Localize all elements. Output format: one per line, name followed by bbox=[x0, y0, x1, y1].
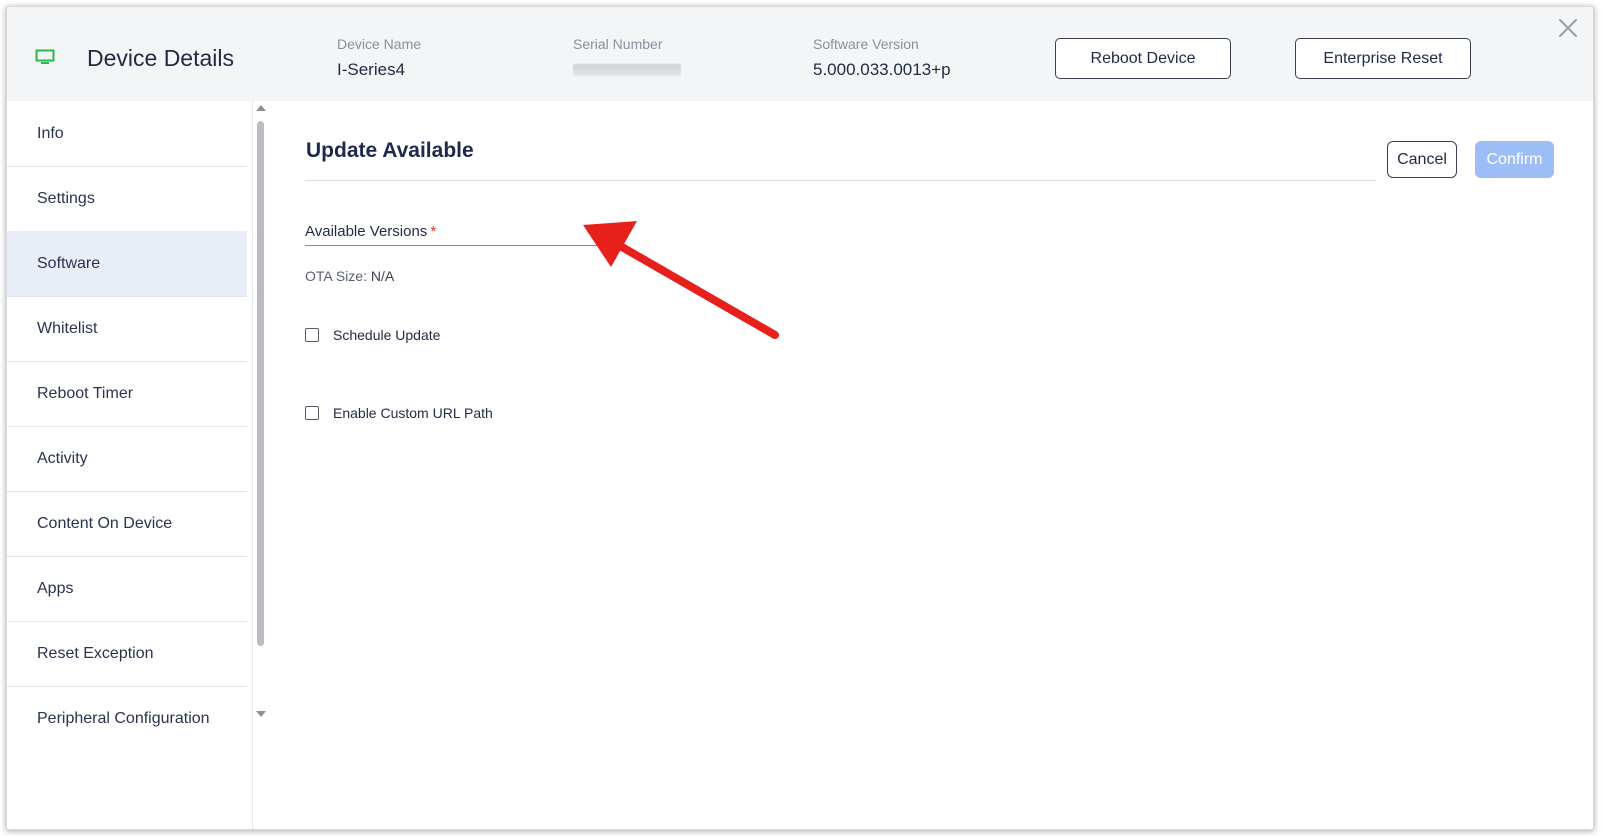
custom-url-label[interactable]: Enable Custom URL Path bbox=[333, 405, 493, 421]
sidebar-item-activity[interactable]: Activity bbox=[7, 426, 247, 492]
enterprise-reset-button[interactable]: Enterprise Reset bbox=[1295, 38, 1471, 79]
serial-number-block: Serial Number bbox=[573, 36, 681, 81]
device-details-dialog: Device Details Device Name I-Series4 Ser… bbox=[6, 6, 1594, 830]
serial-number-label: Serial Number bbox=[573, 36, 663, 52]
cancel-button[interactable]: Cancel bbox=[1387, 141, 1457, 178]
close-icon[interactable] bbox=[1557, 17, 1579, 39]
sidebar-item-peripheral-configuration[interactable]: Peripheral Configuration bbox=[7, 686, 247, 752]
software-version-block: Software Version 5.000.033.0013+p bbox=[813, 36, 951, 80]
sidebar-item-reboot-timer[interactable]: Reboot Timer bbox=[7, 361, 247, 427]
ota-size-label: OTA Size: bbox=[305, 268, 367, 284]
sidebar-nav: Info Settings Software Whitelist Reboot … bbox=[7, 101, 253, 829]
schedule-update-row[interactable]: Schedule Update bbox=[305, 327, 440, 343]
sidebar-item-content-on-device[interactable]: Content On Device bbox=[7, 491, 247, 557]
sidebar-item-whitelist[interactable]: Whitelist bbox=[7, 296, 247, 362]
schedule-update-label[interactable]: Schedule Update bbox=[333, 327, 440, 343]
sidebar-scrollbar[interactable] bbox=[253, 101, 269, 721]
serial-number-redacted bbox=[573, 64, 681, 76]
sidebar-item-info[interactable]: Info bbox=[7, 101, 247, 167]
sidebar-item-settings[interactable]: Settings bbox=[7, 166, 247, 232]
section-title: Update Available bbox=[306, 139, 474, 162]
confirm-button[interactable]: Confirm bbox=[1475, 141, 1554, 178]
scroll-down-arrow-icon[interactable] bbox=[256, 711, 266, 717]
required-asterisk: * bbox=[430, 223, 437, 240]
title-divider bbox=[305, 180, 1376, 181]
custom-url-checkbox[interactable] bbox=[305, 406, 319, 420]
schedule-update-checkbox[interactable] bbox=[305, 328, 319, 342]
software-version-label: Software Version bbox=[813, 36, 919, 52]
reboot-device-button[interactable]: Reboot Device bbox=[1055, 38, 1231, 79]
sidebar-item-software[interactable]: Software bbox=[7, 231, 247, 297]
available-versions-select[interactable]: Available Versions * bbox=[305, 218, 609, 246]
dialog-header: Device Details Device Name I-Series4 Ser… bbox=[7, 7, 1593, 101]
monitor-icon bbox=[35, 49, 55, 64]
ota-size-value: N/A bbox=[370, 268, 395, 284]
device-name-block: Device Name I-Series4 bbox=[337, 36, 421, 80]
device-name-label: Device Name bbox=[337, 36, 422, 52]
main-content: Update Available Cancel Confirm Availabl… bbox=[269, 101, 1593, 829]
sidebar-item-reset-exception[interactable]: Reset Exception bbox=[7, 621, 247, 687]
software-version-value: 5.000.033.0013+p bbox=[813, 60, 951, 79]
custom-url-row[interactable]: Enable Custom URL Path bbox=[305, 405, 493, 421]
annotation-arrow-icon bbox=[583, 221, 779, 339]
dialog-title: Device Details bbox=[87, 45, 234, 71]
scroll-up-arrow-icon[interactable] bbox=[256, 105, 266, 111]
ota-size-row: OTA Size: N/A bbox=[305, 268, 394, 284]
device-name-value: I-Series4 bbox=[337, 60, 406, 79]
available-versions-label: Available Versions * bbox=[305, 223, 437, 240]
sidebar-item-apps[interactable]: Apps bbox=[7, 556, 247, 622]
scroll-thumb[interactable] bbox=[257, 121, 264, 646]
